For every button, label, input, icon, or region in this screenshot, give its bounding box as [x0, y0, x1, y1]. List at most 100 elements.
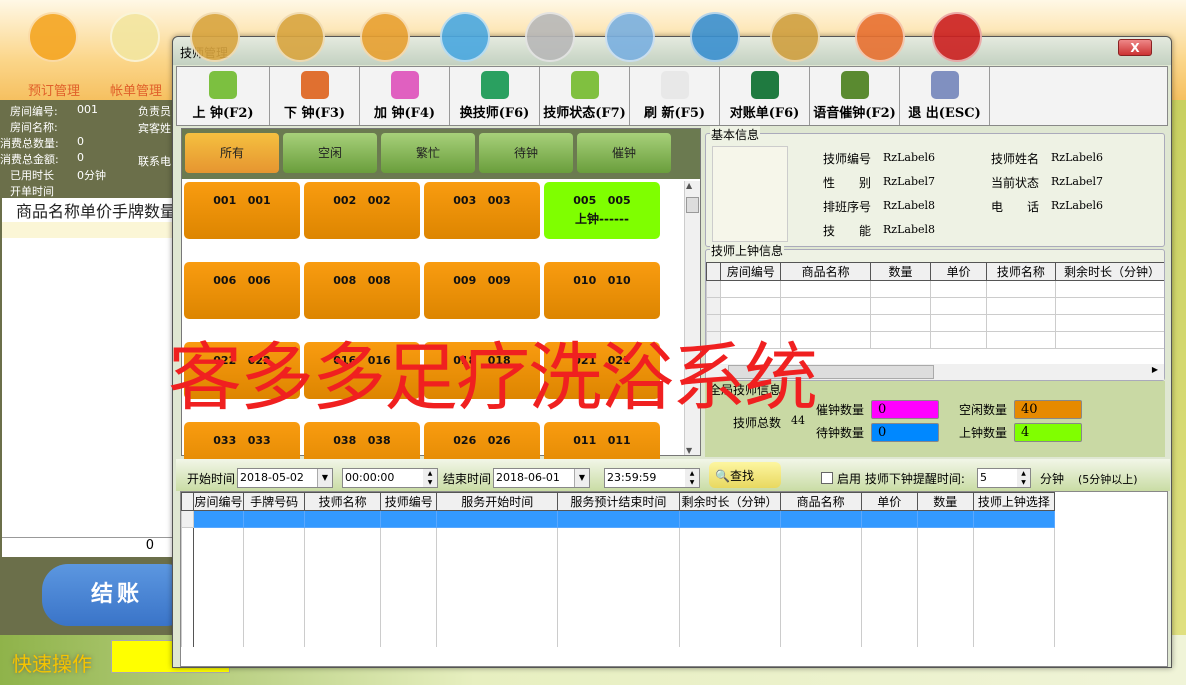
folder-icon[interactable] [690, 12, 740, 62]
spinner-icon[interactable]: ▲ ▼ [685, 469, 699, 487]
voice-toolbar-button[interactable]: 语音催钟(F2) [810, 67, 900, 125]
technician-card[interactable]: 002 002 [304, 182, 420, 239]
scroll-thumb[interactable] [686, 197, 699, 213]
app-menu-label[interactable]: 预订管理 [28, 80, 80, 99]
technician-card[interactable]: 008 008 [304, 262, 420, 319]
chart-icon[interactable] [855, 12, 905, 62]
technician-card[interactable]: 005 005 上钟------ [544, 182, 660, 239]
column-header[interactable]: 商品名称 [780, 262, 872, 281]
end-date-picker[interactable]: 2018-06-01 ▼ [493, 468, 590, 488]
vertical-scrollbar[interactable]: ▲ ▼ [684, 181, 700, 455]
refresh-toolbar-button[interactable]: 刷 新(F5) [630, 67, 720, 125]
spinner-icon[interactable]: ▲ ▼ [1017, 469, 1030, 487]
tab-4[interactable]: 催钟 [577, 133, 671, 173]
technician-card[interactable]: 022 022 [184, 342, 300, 399]
parking-toolbar-button[interactable]: 下 钟(F3) [270, 67, 360, 125]
column-header[interactable]: 房间编号 [192, 492, 245, 511]
scroll-right-icon[interactable]: ▶ [1152, 365, 1158, 374]
horizontal-scrollbar[interactable]: ▶ [706, 364, 1164, 380]
column-header[interactable]: 剩余时长（分钟） [1054, 262, 1164, 281]
technician-card[interactable]: 021 021 [544, 342, 660, 399]
scroll-up-icon[interactable]: ▲ [686, 181, 692, 190]
grid-row[interactable] [181, 612, 1056, 630]
grid-row[interactable] [181, 561, 1056, 579]
table-row[interactable] [706, 314, 1164, 332]
status-toolbar-button[interactable]: 技师状态(F7) [540, 67, 630, 125]
tab-0[interactable]: 所有 [185, 133, 279, 173]
column-header[interactable]: 数量 [870, 262, 931, 281]
column-header[interactable]: 服务预计结束时间 [557, 492, 680, 511]
note-icon[interactable] [110, 12, 160, 62]
grid-cell [916, 561, 974, 579]
column-header[interactable]: 单价 [860, 492, 918, 511]
clock-icon[interactable] [28, 12, 78, 62]
start-date-value: 2018-05-02 [240, 471, 304, 484]
onclock-info-group: 技师上钟信息 房间编号商品名称数量单价技师名称剩余时长（分钟）服务开始 ▶ [705, 242, 1165, 381]
start-time-spinner[interactable]: 00:00:00 ▲ ▼ [342, 468, 438, 488]
technician-card[interactable]: 006 006 [184, 262, 300, 319]
grid-cell [779, 595, 862, 613]
person-toolbar-button[interactable]: 上 钟(F2) [177, 67, 270, 125]
column-header[interactable]: 剩余时长（分钟） [678, 492, 781, 511]
grid-row[interactable] [181, 595, 1056, 613]
remind-checkbox[interactable] [821, 472, 833, 484]
spinner-icon[interactable]: ▲ ▼ [423, 469, 437, 487]
hscroll-thumb[interactable] [728, 365, 934, 379]
at-icon[interactable] [932, 12, 982, 62]
grid-row[interactable] [181, 527, 1056, 545]
cart-icon[interactable] [360, 12, 410, 62]
search-globe-icon[interactable] [605, 12, 655, 62]
column-header[interactable]: 单价 [929, 262, 988, 281]
grid-row[interactable] [181, 629, 1056, 647]
technician-card[interactable]: 018 018 [424, 342, 540, 399]
column-header[interactable]: 技师编号 [380, 492, 438, 511]
share-toolbar-button[interactable]: 对账单(F6) [720, 67, 810, 125]
column-header[interactable]: 服务开始时间 [436, 492, 559, 511]
clipboard-icon[interactable] [275, 12, 325, 62]
column-header[interactable]: 技师上钟选择 [972, 492, 1056, 511]
column-header[interactable]: 技师名称 [304, 492, 382, 511]
tab-3[interactable]: 待钟 [479, 133, 573, 173]
table-cell [706, 297, 722, 315]
grid-row[interactable] [181, 578, 1056, 596]
grid-cell [779, 629, 862, 647]
end-time-spinner[interactable]: 23:59:59 ▲ ▼ [604, 468, 700, 488]
technician-card[interactable]: 001 001 [184, 182, 300, 239]
heart-toolbar-button[interactable]: 加 钟(F4) [360, 67, 450, 125]
start-date-picker[interactable]: 2018-05-02 ▼ [237, 468, 333, 488]
search-button[interactable]: 🔍查找 [709, 462, 781, 488]
clipboard-icon[interactable] [190, 12, 240, 62]
table-row[interactable] [706, 331, 1164, 349]
app-menu-label[interactable]: 帐单管理 [110, 80, 162, 99]
grid-cell [181, 595, 194, 613]
chevron-down-icon[interactable]: ▼ [574, 469, 589, 487]
tab-2[interactable]: 繁忙 [381, 133, 475, 173]
exit-door-toolbar-button[interactable]: 退 出(ESC) [900, 67, 990, 125]
scroll-down-icon[interactable]: ▼ [686, 446, 692, 455]
close-button[interactable]: X [1118, 39, 1152, 56]
technician-card[interactable]: 016 016 [304, 342, 420, 399]
checkout-button[interactable]: 结账 [42, 564, 192, 626]
users-icon[interactable] [440, 12, 490, 62]
table-cell [780, 331, 872, 349]
grid-row[interactable] [181, 544, 1056, 562]
column-header[interactable]: 商品名称 [779, 492, 862, 511]
table-row[interactable] [706, 297, 1164, 315]
table-row[interactable] [706, 280, 1164, 298]
tab-1[interactable]: 空闲 [283, 133, 377, 173]
calculator-icon[interactable] [525, 12, 575, 62]
column-header[interactable]: 房间编号 [720, 262, 782, 281]
column-header[interactable]: 手牌号码 [243, 492, 306, 511]
technician-card[interactable]: 009 009 [424, 262, 540, 319]
share-toolbar-button[interactable]: 换技师(F6) [450, 67, 540, 125]
technician-card[interactable]: 003 003 [424, 182, 540, 239]
grid-row-selected[interactable] [181, 510, 1056, 528]
column-header[interactable]: 数量 [916, 492, 974, 511]
card-code: 026 026 [453, 434, 511, 447]
technician-card[interactable]: 010 010 [544, 262, 660, 319]
column-header[interactable]: 技师名称 [986, 262, 1056, 281]
pause-icon[interactable] [770, 12, 820, 62]
chevron-down-icon[interactable]: ▼ [317, 469, 332, 487]
product-row-selected[interactable] [2, 222, 172, 238]
remind-minutes-spinner[interactable]: 5 ▲ ▼ [977, 468, 1031, 488]
